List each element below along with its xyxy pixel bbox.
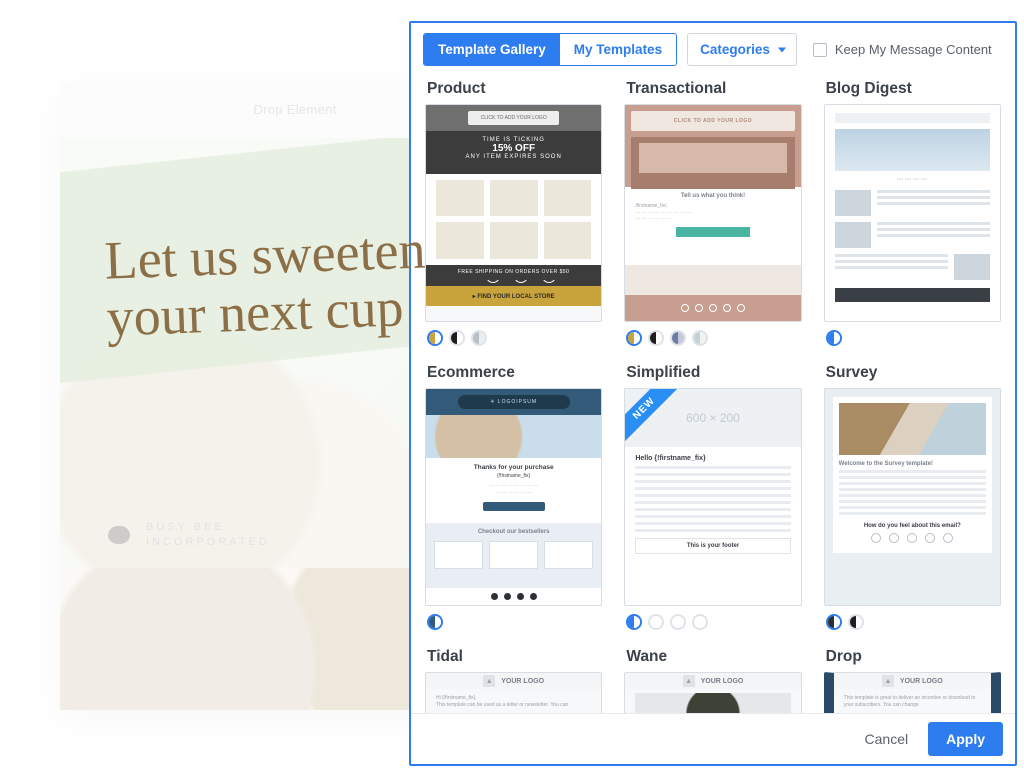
template-title: Product bbox=[427, 80, 602, 98]
tab-template-gallery[interactable]: Template Gallery bbox=[424, 34, 560, 65]
template-simplified[interactable]: Simplified NEW 600 × 200 Hello {!firstna… bbox=[624, 358, 801, 630]
footer-box: This is your footer bbox=[635, 538, 790, 554]
color-swatches bbox=[427, 614, 602, 630]
drop-line: This template is great to deliver an inc… bbox=[844, 695, 981, 708]
color-swatches bbox=[626, 330, 801, 346]
template-thumbnail[interactable]: Welcome to the Survey template! How do y… bbox=[824, 388, 1001, 606]
template-thumbnail[interactable]: ▲YOUR LOGO Hi {!firstname_fix}, This tem… bbox=[425, 672, 602, 713]
color-swatches bbox=[626, 614, 801, 630]
template-survey[interactable]: Survey Welcome to the Survey template! H… bbox=[824, 358, 1001, 630]
hello-heading: Hello {!firstname_fix} bbox=[635, 455, 790, 462]
bestsellers-h: Checkout our bestsellers bbox=[434, 529, 593, 535]
categories-dropdown[interactable]: Categories bbox=[687, 33, 797, 66]
template-picker-modal: Template Gallery My Templates Categories… bbox=[409, 21, 1017, 766]
swatch[interactable] bbox=[826, 330, 842, 346]
mock-image-row bbox=[625, 265, 800, 295]
thanks-sub: {!firstname_fix} bbox=[436, 473, 591, 479]
shelf-image bbox=[631, 137, 794, 189]
image-icon: ▲ bbox=[483, 675, 495, 687]
swatch[interactable] bbox=[626, 614, 642, 630]
image-icon: ▲ bbox=[683, 675, 695, 687]
template-tidal[interactable]: Tidal ▲YOUR LOGO Hi {!firstname_fix}, Th… bbox=[425, 642, 602, 713]
template-transactional[interactable]: Transactional CLICK TO ADD YOUR LOGO Tel… bbox=[624, 74, 801, 346]
template-title: Survey bbox=[826, 364, 1001, 382]
your-logo: YOUR LOGO bbox=[501, 678, 544, 685]
logo-placeholder: CLICK TO ADD YOUR LOGO bbox=[631, 111, 794, 131]
tab-group: Template Gallery My Templates bbox=[423, 33, 677, 66]
template-ecommerce[interactable]: Ecommerce ✳ LOGOIPSUM Thanks for your pu… bbox=[425, 358, 602, 630]
template-thumbnail[interactable]: ▲ YOUR LOGO bbox=[624, 672, 801, 713]
caret-down-icon bbox=[778, 47, 786, 52]
modal-toolbar: Template Gallery My Templates Categories… bbox=[411, 23, 1015, 74]
template-wane[interactable]: Wane ▲ YOUR LOGO bbox=[624, 642, 801, 713]
mock-cta bbox=[676, 227, 751, 237]
template-title: Drop bbox=[826, 648, 1001, 666]
categories-label: Categories bbox=[700, 42, 770, 57]
editor-headline-line2: your next cup bbox=[106, 277, 405, 347]
color-swatches bbox=[826, 614, 1001, 630]
template-thumbnail[interactable]: ▲ YOUR LOGO This template is great to del… bbox=[824, 672, 1001, 713]
swatch[interactable] bbox=[670, 614, 686, 630]
template-title: Ecommerce bbox=[427, 364, 602, 382]
template-drop[interactable]: Drop ▲ YOUR LOGO This template is great t… bbox=[824, 642, 1001, 713]
template-title: Transactional bbox=[626, 80, 801, 98]
template-title: Simplified bbox=[626, 364, 801, 382]
color-swatches bbox=[826, 330, 1001, 346]
swatch[interactable] bbox=[626, 330, 642, 346]
editor-headline: Let us sweeten your next cup bbox=[60, 138, 530, 348]
tidal-line: This template can be used as a letter or… bbox=[436, 702, 591, 709]
tab-my-templates[interactable]: My Templates bbox=[560, 34, 676, 65]
image-icon: ▲ bbox=[882, 675, 894, 687]
cancel-button[interactable]: Cancel bbox=[855, 723, 919, 755]
logo-placeholder: CLICK TO ADD YOUR LOGO bbox=[468, 111, 559, 126]
swatch[interactable] bbox=[670, 330, 686, 346]
swatch[interactable] bbox=[427, 614, 443, 630]
thanks-heading: Thanks for your purchase bbox=[436, 464, 591, 471]
swatch[interactable] bbox=[848, 614, 864, 630]
keep-content-label: Keep My Message Content bbox=[835, 42, 992, 57]
template-title: Blog Digest bbox=[826, 80, 1001, 98]
template-blog-digest[interactable]: Blog Digest ···· ···· ···· ···· bbox=[824, 74, 1001, 346]
checkbox-icon bbox=[813, 43, 827, 57]
mock-heading: Tell us what you think! bbox=[635, 193, 790, 199]
swatch[interactable] bbox=[648, 330, 664, 346]
apply-button[interactable]: Apply bbox=[928, 722, 1003, 756]
your-logo: YOUR LOGO bbox=[701, 678, 744, 685]
mock-footer bbox=[625, 295, 800, 321]
template-thumbnail[interactable]: ···· ···· ···· ···· bbox=[824, 104, 1001, 322]
template-thumbnail[interactable]: NEW 600 × 200 Hello {!firstname_fix} Thi… bbox=[624, 388, 801, 606]
keep-content-checkbox[interactable]: Keep My Message Content bbox=[813, 42, 992, 57]
swatch[interactable] bbox=[648, 614, 664, 630]
brand-pill: ✳ LOGOIPSUM bbox=[458, 395, 570, 409]
swatch[interactable] bbox=[692, 330, 708, 346]
survey-question: How do you feel about this email? bbox=[839, 523, 986, 529]
template-thumbnail[interactable]: CLICK TO ADD YOUR LOGO Tell us what you … bbox=[624, 104, 801, 322]
template-thumbnail[interactable]: ✳ LOGOIPSUM Thanks for your purchase {!f… bbox=[425, 388, 602, 606]
template-title: Wane bbox=[626, 648, 801, 666]
template-title: Tidal bbox=[427, 648, 602, 666]
swatch[interactable] bbox=[826, 614, 842, 630]
swatch[interactable] bbox=[692, 614, 708, 630]
welcome-heading: Welcome to the Survey template! bbox=[839, 461, 986, 467]
modal-footer: Cancel Apply bbox=[411, 713, 1015, 764]
your-logo: YOUR LOGO bbox=[900, 678, 943, 685]
